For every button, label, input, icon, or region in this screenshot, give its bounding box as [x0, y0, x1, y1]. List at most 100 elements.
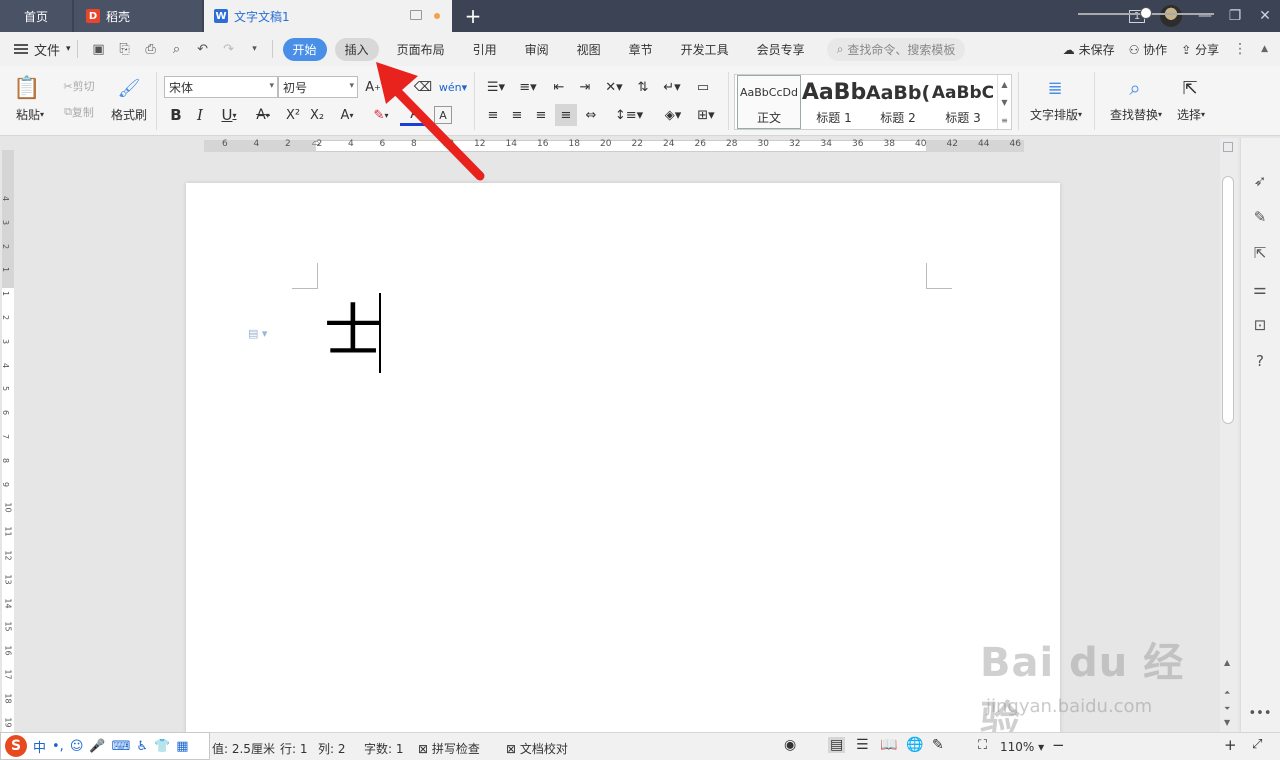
increase-indent-icon[interactable]: ⇥ [574, 76, 596, 98]
collab-button[interactable]: ⚇ 协作 [1129, 41, 1168, 58]
tab-member[interactable]: 会员专享 [747, 38, 815, 61]
zoom-select[interactable]: 110% ▾ [1000, 740, 1044, 754]
toolbox-icon[interactable]: ▦ [176, 739, 188, 754]
text-layout-icon[interactable]: ≣ [1040, 74, 1070, 102]
indent-marker[interactable]: ⌓ [312, 137, 320, 148]
next-page-icon[interactable]: ⏷ [1224, 704, 1230, 714]
help-icon[interactable]: ? [1249, 350, 1271, 372]
minimize-button[interactable]: — [1190, 0, 1220, 32]
style-normal[interactable]: AaBbCcDd 正文 [737, 75, 801, 129]
zoom-slider-thumb[interactable] [1140, 7, 1152, 19]
more-icon[interactable]: ••• [1249, 702, 1272, 724]
font-size-select[interactable]: 初号 ▾ [278, 76, 358, 98]
print-icon[interactable]: ⎙ [140, 38, 162, 60]
avatar[interactable] [1160, 5, 1182, 27]
user-accessibility-icon[interactable]: ♿ [136, 739, 148, 754]
redo-icon[interactable]: ↷ [218, 38, 240, 60]
web-view-icon[interactable]: 🌐 [906, 737, 923, 753]
line-spacing-icon[interactable]: ↕≡▾ [614, 104, 644, 126]
export-pdf-icon[interactable]: ⎘ [114, 38, 136, 60]
tab-view[interactable]: 视图 [567, 38, 611, 61]
magnifier-icon[interactable]: ⌕ [1120, 74, 1150, 102]
print-preview-icon[interactable]: ⌕ [166, 38, 188, 60]
page-view-icon[interactable]: ▤ [828, 737, 846, 753]
prev-page-icon[interactable]: ⏶ [1224, 688, 1230, 698]
write-view-icon[interactable]: ✎ [932, 737, 944, 753]
underline-icon[interactable]: U ▾ [214, 104, 244, 126]
close-button[interactable]: ✕ [1250, 0, 1280, 32]
tab-document[interactable]: W 文字文稿1 [204, 0, 452, 32]
emoji-icon[interactable]: ☺ [70, 739, 84, 754]
italic-icon[interactable]: I [190, 104, 210, 126]
align-right-icon[interactable]: ≡ [530, 104, 552, 126]
subscript-icon[interactable]: X₂ [306, 104, 328, 126]
font-name-select[interactable]: 宋体 ▾ [164, 76, 278, 98]
command-search[interactable]: ⌕ 查找命令、搜索模板 [826, 37, 966, 61]
select-button[interactable]: 选择 ▾ [1170, 106, 1212, 122]
monitor-icon[interactable] [410, 10, 422, 20]
file-menu-button[interactable]: 文件 ▾ [14, 40, 71, 59]
tab-daoke[interactable]: D 稻壳 [74, 0, 202, 32]
restore-button[interactable]: ❐ [1220, 0, 1250, 32]
text-layout-button[interactable]: 文字排版 ▾ [1024, 106, 1088, 122]
microphone-icon[interactable]: 🎤 [89, 739, 105, 754]
skin-icon[interactable]: 👕 [154, 739, 170, 754]
quick-access-more-icon[interactable]: ▾ [244, 38, 266, 60]
zoom-out-button[interactable]: − [1052, 736, 1065, 754]
proofread-button[interactable]: ⊠ 文档校对 [506, 740, 568, 757]
paste-icon[interactable]: 📋 [12, 72, 42, 104]
scroll-down-icon[interactable]: ▼ [1224, 718, 1230, 727]
tab-section[interactable]: 章节 [619, 38, 663, 61]
fit-page-icon[interactable]: ⛶ [978, 738, 987, 753]
ime-mode-chinese[interactable]: 中 [33, 737, 46, 756]
vertical-ruler[interactable]: 4 3 2 1 1 2 3 4 5 6 7 8 9 10 11 12 13 14 15 16 17 18 19 [0, 150, 16, 732]
page-nav-icon[interactable] [1223, 142, 1233, 152]
outline-view-icon[interactable]: ☰ [856, 737, 869, 753]
superscript-icon[interactable]: X² [282, 104, 304, 126]
bold-icon[interactable]: B [166, 104, 186, 126]
vertical-scrollbar[interactable]: ▲ ⏶ ⏷ ▼ [1220, 138, 1238, 732]
more-options-icon[interactable]: ⋮ [1233, 41, 1247, 57]
document-page[interactable]: ▤ ▾ 士 [186, 183, 1060, 743]
share-button[interactable]: ⇪ 分享 [1181, 41, 1219, 58]
horizontal-ruler[interactable]: 6422468101214161820222426283032343638404… [186, 137, 1060, 155]
decrease-indent-icon[interactable]: ⇤ [548, 76, 570, 98]
rocket-icon[interactable]: ➶ [1249, 170, 1271, 192]
tab-home[interactable]: 首页 [0, 0, 72, 32]
copy-button[interactable]: ⧉ 复制 [56, 104, 102, 120]
status-word-count[interactable]: 字数: 1 [364, 740, 404, 757]
find-replace-button[interactable]: 查找替换 ▾ [1104, 106, 1168, 122]
style-gallery-scroll[interactable]: ▲ ▼ ≡ [997, 75, 1011, 129]
collapse-ribbon-icon[interactable]: ▲ [1261, 44, 1268, 54]
sort-icon[interactable]: ⇅ [632, 76, 654, 98]
undo-icon[interactable]: ↶ [192, 38, 214, 60]
spell-check-button[interactable]: ⊠ 拼写检查 [418, 740, 480, 757]
pointer-icon[interactable]: ⇱ [1249, 242, 1271, 264]
inbox-icon[interactable]: ⊡ [1249, 314, 1271, 336]
sogou-logo-icon[interactable]: S [5, 735, 27, 757]
tab-developer[interactable]: 开发工具 [671, 38, 739, 61]
zoom-in-button[interactable]: + [1224, 736, 1237, 754]
unsaved-button[interactable]: ☁ 未保存 [1063, 41, 1115, 58]
paste-button[interactable]: 粘贴 ▾ [10, 106, 50, 122]
numbered-list-icon[interactable]: ≡▾ [514, 76, 542, 98]
document-text[interactable]: 士 [324, 291, 382, 371]
fullscreen-icon[interactable]: ⤢ [1252, 737, 1262, 752]
show-marks-icon[interactable]: ↵▾ [658, 76, 686, 98]
style-heading-2[interactable]: AaBb( 标题 2 [866, 75, 930, 129]
text-effect-icon[interactable]: A ▾ [332, 104, 362, 126]
style-heading-3[interactable]: AaBbC 标题 3 [931, 75, 995, 129]
table-tools-icon[interactable]: ▭ [692, 76, 714, 98]
eye-protection-icon[interactable]: ◉ [784, 737, 796, 753]
cut-button[interactable]: ✂ 剪切 [56, 78, 102, 94]
align-center-icon[interactable]: ≡ [506, 104, 528, 126]
strikethrough-icon[interactable]: A ▾ [248, 104, 278, 126]
pen-icon[interactable]: ✎ [1249, 206, 1271, 228]
justify-icon[interactable]: ≡ [555, 104, 577, 126]
borders-icon[interactable]: ⊞▾ [692, 104, 720, 126]
style-heading-1[interactable]: AaBb 标题 1 [802, 75, 866, 129]
distribute-icon[interactable]: ⇔ [580, 104, 602, 126]
paragraph-layout-icon[interactable]: ▤ ▾ [248, 327, 267, 340]
keyboard-icon[interactable]: ⌨ [112, 739, 131, 754]
tab-review[interactable]: 审阅 [515, 38, 559, 61]
